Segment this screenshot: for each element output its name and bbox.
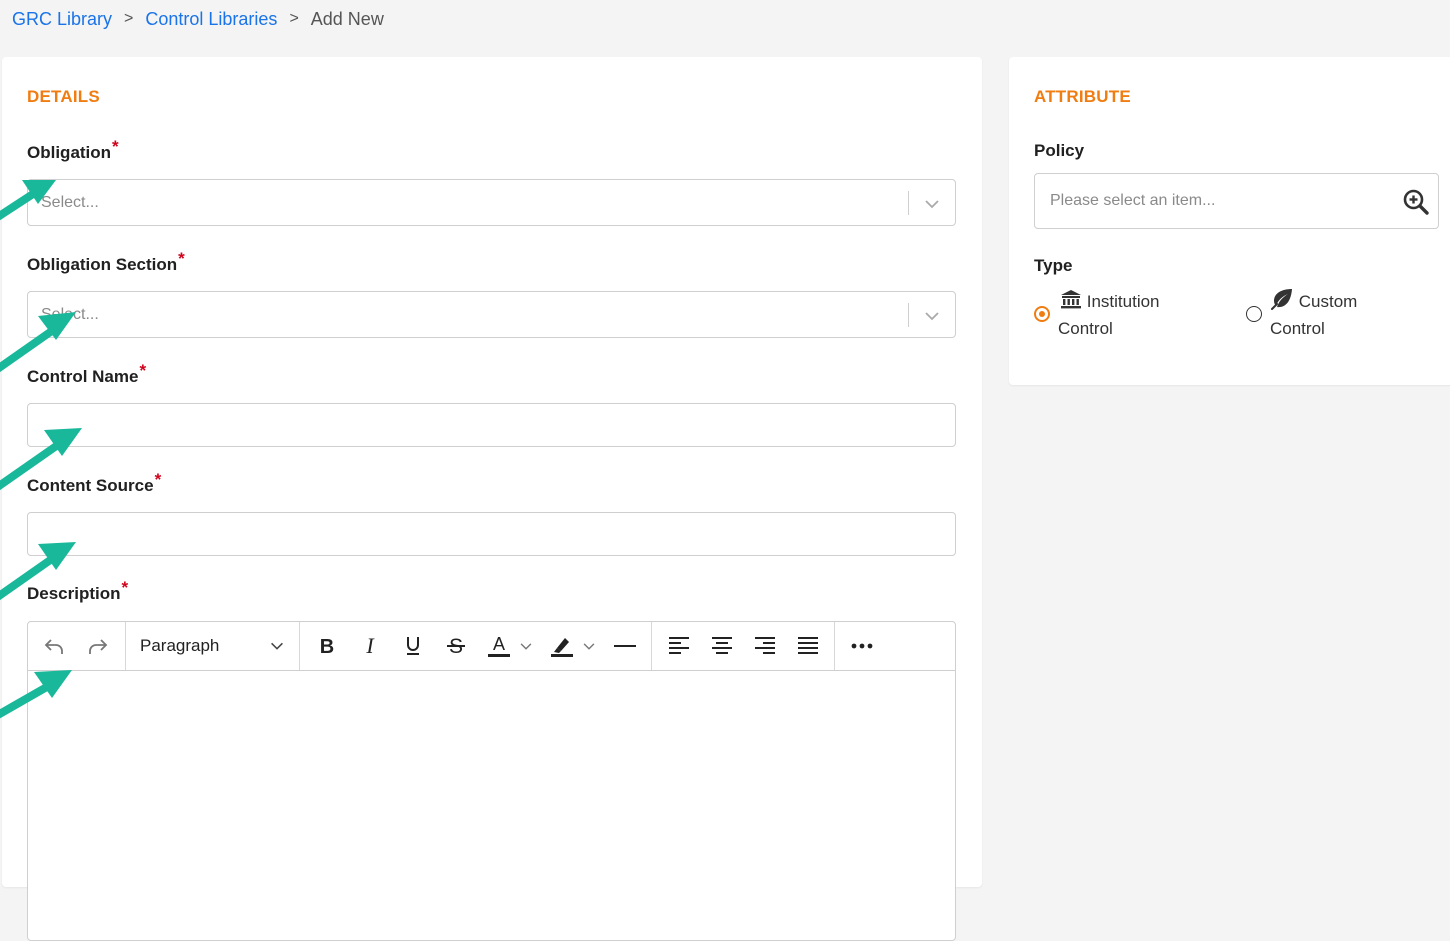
institution-control-line1: Institution <box>1086 292 1160 311</box>
editor-content-area[interactable] <box>28 671 955 940</box>
obligation-placeholder: Select... <box>41 194 99 211</box>
select-divider <box>908 303 909 327</box>
bold-icon[interactable]: B <box>314 632 340 660</box>
obligation-select[interactable]: Select... <box>27 179 956 226</box>
policy-label: Policy <box>1034 141 1085 160</box>
control-name-input[interactable] <box>27 403 956 447</box>
obligation-section-placeholder: Select... <box>41 306 99 323</box>
required-mark: * <box>178 249 185 268</box>
strikethrough-icon[interactable]: S <box>443 632 469 660</box>
italic-icon[interactable]: I <box>357 632 383 660</box>
institution-control-line2: Control <box>1058 319 1113 338</box>
paragraph-dropdown[interactable]: Paragraph <box>126 622 298 670</box>
redo-icon[interactable] <box>84 632 112 660</box>
content-source-label: Content Source* <box>27 470 161 496</box>
align-justify-icon[interactable] <box>795 632 821 660</box>
align-left-icon[interactable] <box>666 632 692 660</box>
radio-unselected[interactable] <box>1246 306 1262 322</box>
custom-control-label: Custom Control <box>1270 288 1357 342</box>
content-source-input[interactable] <box>27 512 956 556</box>
more-icon[interactable] <box>848 632 876 660</box>
obligation-section-label: Obligation Section* <box>27 249 185 275</box>
obligation-section-select[interactable]: Select... <box>27 291 956 338</box>
svg-text:B: B <box>320 636 334 657</box>
toolbar-separator <box>651 622 652 670</box>
breadcrumb: GRC Library > Control Libraries > Add Ne… <box>12 7 384 31</box>
breadcrumb-current: Add New <box>310 8 384 29</box>
underline-icon[interactable] <box>400 632 426 660</box>
align-right-icon[interactable] <box>752 632 778 660</box>
description-editor: Paragraph B I S A <box>27 621 956 941</box>
svg-text:A: A <box>493 634 505 654</box>
select-divider <box>908 191 909 215</box>
breadcrumb-separator: > <box>289 10 299 27</box>
align-center-icon[interactable] <box>709 632 735 660</box>
obligation-section-label-text: Obligation Section <box>27 255 178 274</box>
horizontal-line-icon[interactable] <box>612 632 638 660</box>
obligation-label: Obligation* <box>27 137 119 163</box>
custom-control-line1: Custom <box>1298 292 1358 311</box>
control-name-label: Control Name* <box>27 361 146 387</box>
control-name-label-text: Control Name <box>27 367 139 386</box>
chevron-down-icon[interactable] <box>922 194 942 214</box>
zoom-in-search-icon[interactable] <box>1402 188 1430 216</box>
breadcrumb-separator: > <box>124 10 134 27</box>
institution-control-label: Institution Control <box>1058 288 1160 342</box>
font-color-icon[interactable]: A <box>485 632 513 660</box>
toolbar-separator <box>299 622 300 670</box>
required-mark: * <box>139 361 147 380</box>
chevron-down-icon[interactable] <box>581 632 597 660</box>
highlight-icon[interactable] <box>548 632 576 660</box>
attribute-title: ATTRIBUTE <box>1034 87 1131 106</box>
breadcrumb-control-libraries[interactable]: Control Libraries <box>145 9 277 30</box>
content-source-label-text: Content Source <box>27 476 154 495</box>
chevron-down-icon[interactable] <box>922 306 942 326</box>
toolbar-separator <box>834 622 835 670</box>
institution-icon <box>1061 290 1081 309</box>
attribute-card: ATTRIBUTE Policy Please select an item..… <box>1009 57 1450 385</box>
obligation-label-text: Obligation <box>27 143 112 162</box>
description-label-text: Description <box>27 584 121 603</box>
policy-placeholder: Please select an item... <box>1050 192 1216 209</box>
required-mark: * <box>121 578 129 597</box>
undo-icon[interactable] <box>40 632 68 660</box>
radio-selected[interactable] <box>1034 306 1050 322</box>
details-title: DETAILS <box>27 87 100 106</box>
breadcrumb-grc-library[interactable]: GRC Library <box>12 9 112 30</box>
leaf-icon <box>1271 289 1292 310</box>
svg-text:I: I <box>365 635 375 657</box>
custom-control-line2: Control <box>1270 319 1325 338</box>
paragraph-label: Paragraph <box>140 636 220 655</box>
type-label: Type <box>1034 256 1073 275</box>
required-mark: * <box>112 137 119 156</box>
required-mark: * <box>154 470 162 489</box>
type-option-custom-control[interactable]: Custom Control <box>1246 288 1446 344</box>
policy-search-field[interactable]: Please select an item... <box>1034 173 1439 229</box>
editor-toolbar: Paragraph B I S A <box>28 622 955 671</box>
chevron-down-icon <box>271 642 283 650</box>
chevron-down-icon[interactable] <box>518 632 534 660</box>
details-card: DETAILS Obligation* Select... Obligation… <box>2 57 982 941</box>
description-label: Description* <box>27 578 128 604</box>
type-option-institution-control[interactable]: Institution Control <box>1034 288 1234 344</box>
